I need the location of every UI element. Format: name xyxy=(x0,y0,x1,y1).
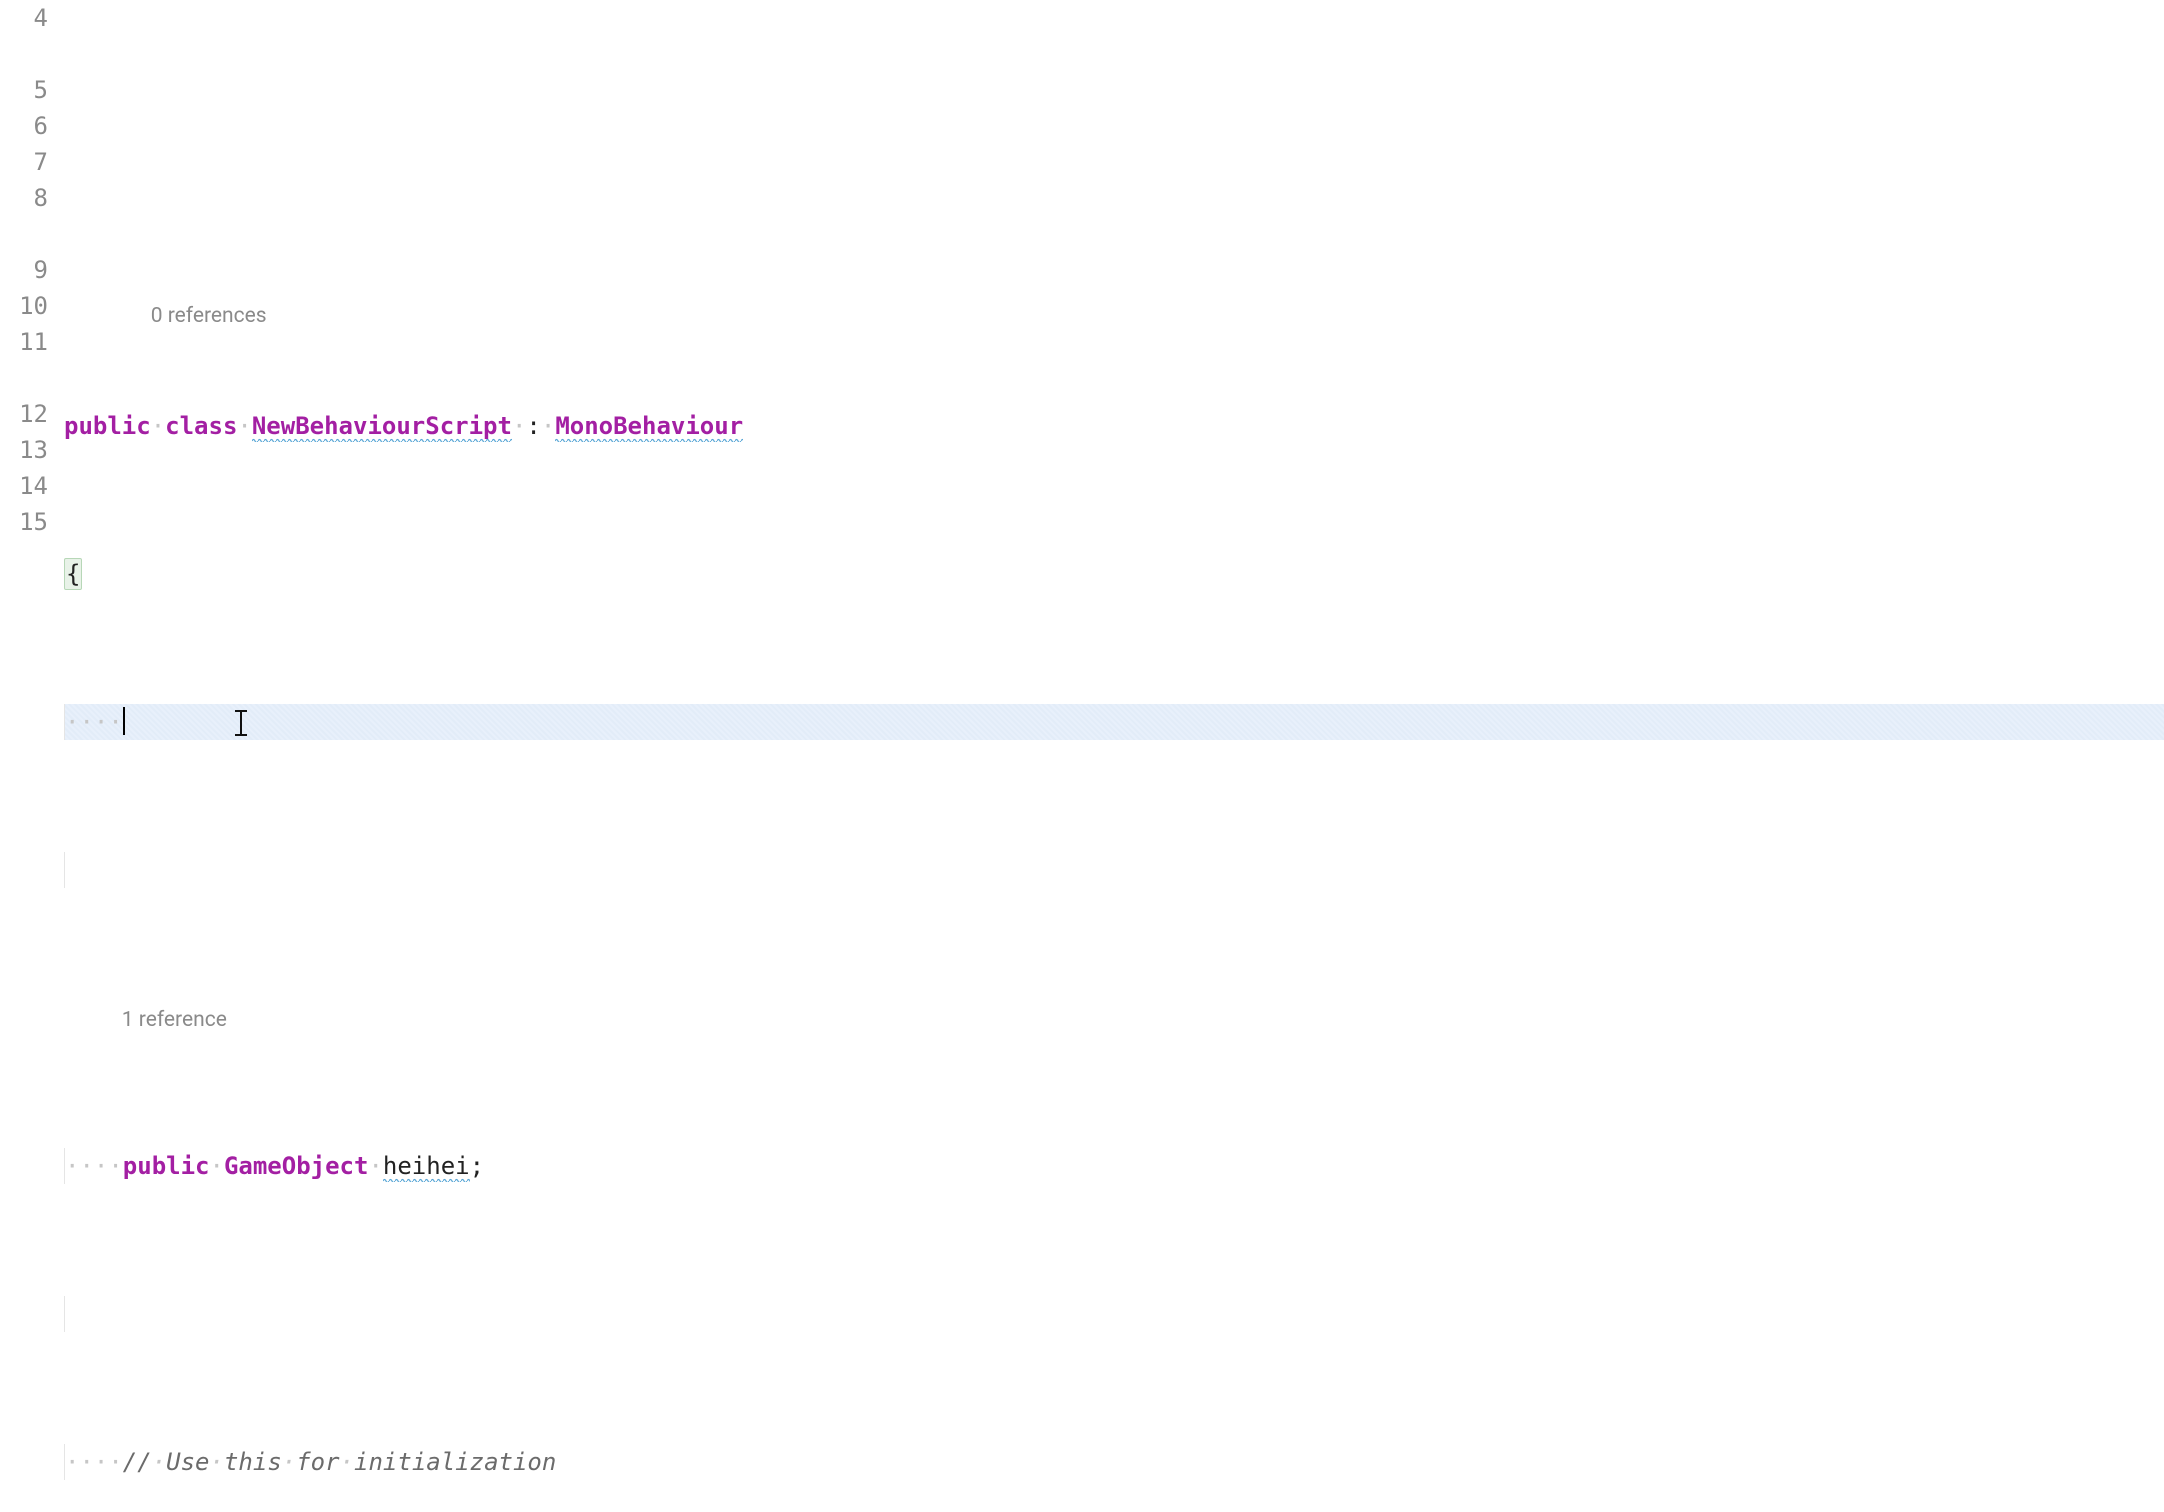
comment-text: //·Use·this·for·initialization xyxy=(123,1448,557,1476)
codelens-heihei[interactable]: 1 reference xyxy=(64,1000,2164,1036)
line-number: 6 xyxy=(0,108,48,144)
base-type: MonoBehaviour xyxy=(555,412,743,442)
line-number: 5 xyxy=(0,72,48,108)
line-number: 9 xyxy=(0,252,48,288)
whitespace-dot: · xyxy=(512,412,526,440)
codelens-label[interactable]: 1 reference xyxy=(122,1008,227,1032)
indent-guide xyxy=(64,852,65,888)
type-name: GameObject xyxy=(224,1152,369,1180)
line-number-gutter: 4 5 6 7 8 9 10 11 12 13 14 15 xyxy=(0,0,56,1512)
whitespace-dot: · xyxy=(210,1152,224,1180)
mouse-ibeam-cursor xyxy=(235,710,247,736)
gutter-spacer xyxy=(0,216,48,252)
text-caret xyxy=(123,707,125,735)
code-line[interactable]: ····public·GameObject·heihei; xyxy=(64,1148,2164,1184)
whitespace-dot: · xyxy=(541,412,555,440)
code-line[interactable] xyxy=(64,1296,2164,1332)
whitespace-dots: ···· xyxy=(65,1448,123,1476)
whitespace-dot: · xyxy=(151,412,165,440)
open-brace: { xyxy=(64,558,82,590)
code-line[interactable]: ····//·Use·this·for·initialization xyxy=(64,1444,2164,1480)
code-line[interactable]: { xyxy=(64,556,2164,592)
keyword-public: public xyxy=(123,1152,210,1180)
indent-guide xyxy=(64,1296,65,1332)
line-number: 13 xyxy=(0,432,48,468)
line-number: 4 xyxy=(0,0,48,36)
whitespace-dot: · xyxy=(237,412,251,440)
line-number: 7 xyxy=(0,144,48,180)
whitespace-dot: · xyxy=(368,1152,382,1180)
codelens-class[interactable]: 0 references xyxy=(64,260,2164,296)
code-line-active[interactable]: ···· xyxy=(64,704,2164,740)
line-number: 15 xyxy=(0,504,48,540)
line-number: 11 xyxy=(0,324,48,360)
codelens-label[interactable]: 0 references xyxy=(151,304,267,328)
identifier: heihei xyxy=(383,1152,470,1182)
code-line[interactable] xyxy=(64,852,2164,888)
semicolon: ; xyxy=(470,1152,484,1180)
keyword-class: class xyxy=(165,412,237,440)
line-number: 8 xyxy=(0,180,48,216)
whitespace-dots: ···· xyxy=(65,1152,123,1180)
gutter-spacer xyxy=(0,360,48,396)
type-name: NewBehaviourScript xyxy=(252,412,512,442)
colon: : xyxy=(526,412,540,440)
keyword-public: public xyxy=(64,412,151,440)
code-line[interactable] xyxy=(64,112,2164,148)
gutter-spacer xyxy=(0,36,48,72)
line-number: 14 xyxy=(0,468,48,504)
code-editor[interactable]: 4 5 6 7 8 9 10 11 12 13 14 15 0 referenc… xyxy=(0,0,2164,1512)
whitespace-dots: ···· xyxy=(65,708,123,736)
line-number: 12 xyxy=(0,396,48,432)
code-line[interactable]: public·class·NewBehaviourScript·:·MonoBe… xyxy=(64,408,2164,444)
line-number: 10 xyxy=(0,288,48,324)
code-area[interactable]: 0 references public·class·NewBehaviourSc… xyxy=(56,0,2164,1512)
